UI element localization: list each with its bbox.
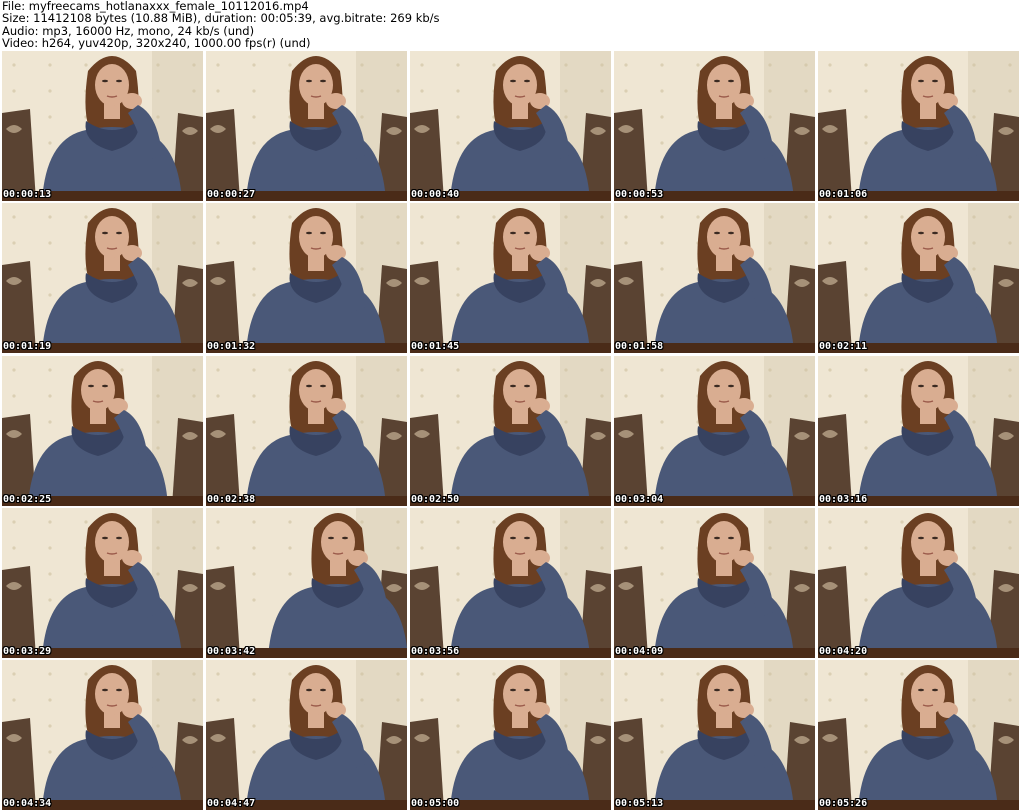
video-frame-thumbnail: 00:00:13 bbox=[2, 51, 203, 201]
video-info-line: Video: h264, yuv420p, 320x240, 1000.00 f… bbox=[2, 36, 311, 50]
frame-timestamp: 00:03:16 bbox=[819, 493, 868, 505]
video-frame-thumbnail: 00:01:58 bbox=[614, 203, 815, 354]
video-frame-thumbnail: 00:01:19 bbox=[2, 203, 203, 354]
video-frame-thumbnail: 00:00:53 bbox=[614, 51, 815, 201]
frame-picture bbox=[206, 355, 407, 506]
video-frame-thumbnail: 00:04:47 bbox=[206, 660, 407, 810]
frame-timestamp: 00:01:32 bbox=[207, 341, 256, 353]
frame-picture bbox=[614, 660, 815, 810]
video-frame-thumbnail: 00:02:38 bbox=[206, 355, 407, 506]
frame-picture bbox=[818, 203, 1019, 354]
frame-timestamp: 00:05:13 bbox=[615, 798, 664, 809]
video-frame-thumbnail: 00:04:20 bbox=[818, 507, 1019, 658]
video-frame-thumbnail: 00:03:29 bbox=[2, 507, 203, 658]
frame-picture bbox=[410, 51, 611, 201]
frame-timestamp: 00:03:42 bbox=[207, 645, 256, 657]
video-frame-thumbnail: 00:01:32 bbox=[206, 203, 407, 354]
frame-timestamp: 00:04:34 bbox=[3, 798, 52, 809]
video-frame-thumbnail: 00:01:06 bbox=[818, 51, 1019, 201]
frame-timestamp: 00:04:47 bbox=[207, 798, 256, 809]
frame-timestamp: 00:00:53 bbox=[615, 189, 664, 200]
video-frame-thumbnail: 00:00:40 bbox=[410, 51, 611, 201]
frame-timestamp: 00:01:06 bbox=[819, 189, 868, 200]
frame-timestamp: 00:02:38 bbox=[207, 493, 256, 505]
video-frame-thumbnail: 00:02:50 bbox=[410, 355, 611, 506]
frame-picture bbox=[206, 507, 407, 658]
size-info-line: Size: 11412108 bytes (10.88 MiB), durati… bbox=[2, 11, 440, 26]
frame-timestamp: 00:03:56 bbox=[411, 645, 460, 657]
frame-picture bbox=[206, 203, 407, 354]
frame-picture bbox=[818, 51, 1019, 201]
frame-timestamp: 00:00:27 bbox=[207, 189, 256, 200]
video-info-header: File: myfreecams_hotlanaxxx_female_10112… bbox=[2, 0, 1022, 50]
frame-timestamp: 00:04:20 bbox=[819, 645, 868, 657]
video-frame-thumbnail: 00:03:56 bbox=[410, 507, 611, 658]
frame-picture bbox=[818, 660, 1019, 810]
frame-timestamp: 00:05:26 bbox=[819, 798, 868, 809]
frame-timestamp: 00:02:11 bbox=[819, 341, 868, 353]
frame-picture bbox=[818, 507, 1019, 658]
frame-picture bbox=[614, 355, 815, 506]
video-frame-thumbnail: 00:05:00 bbox=[410, 660, 611, 810]
video-frame-thumbnail: 00:00:27 bbox=[206, 51, 407, 201]
frame-timestamp: 00:02:50 bbox=[411, 493, 460, 505]
frame-timestamp: 00:01:58 bbox=[615, 341, 664, 353]
video-frame-thumbnail: 00:04:34 bbox=[2, 660, 203, 810]
video-frame-thumbnail: 00:02:11 bbox=[818, 203, 1019, 354]
frame-picture bbox=[2, 51, 203, 201]
video-frame-thumbnail: 00:02:25 bbox=[2, 355, 203, 506]
video-frame-thumbnail: 00:03:16 bbox=[818, 355, 1019, 506]
frame-timestamp: 00:03:29 bbox=[3, 645, 52, 657]
video-frame-thumbnail: 00:01:45 bbox=[410, 203, 611, 354]
frame-picture bbox=[2, 660, 203, 810]
frame-timestamp: 00:04:09 bbox=[615, 645, 664, 657]
frame-timestamp: 00:01:45 bbox=[411, 341, 460, 353]
frame-picture bbox=[614, 507, 815, 658]
frame-picture bbox=[410, 203, 611, 354]
video-frame-thumbnail: 00:03:04 bbox=[614, 355, 815, 506]
frame-timestamp: 00:00:13 bbox=[3, 189, 52, 200]
video-frame-thumbnail: 00:05:13 bbox=[614, 660, 815, 810]
frame-picture bbox=[410, 507, 611, 658]
video-frame-thumbnail: 00:04:09 bbox=[614, 507, 815, 658]
frame-timestamp: 00:01:19 bbox=[3, 341, 52, 353]
frame-picture bbox=[2, 507, 203, 658]
frame-picture bbox=[206, 660, 407, 810]
frame-timestamp: 00:03:04 bbox=[615, 493, 664, 505]
video-frame-thumbnail: 00:05:26 bbox=[818, 660, 1019, 810]
frame-picture bbox=[614, 203, 815, 354]
frame-picture bbox=[614, 51, 815, 201]
frame-picture bbox=[2, 355, 203, 506]
frame-timestamp: 00:02:25 bbox=[3, 493, 52, 505]
frame-picture bbox=[2, 203, 203, 354]
frame-picture bbox=[818, 355, 1019, 506]
frame-timestamp: 00:05:00 bbox=[411, 798, 460, 809]
frame-timestamp: 00:00:40 bbox=[411, 189, 460, 200]
frame-picture bbox=[410, 660, 611, 810]
thumbnail-grid: 00:00:13 00:00:27 00:00:40 00:00:53 00:01:06… bbox=[2, 51, 1023, 810]
frame-picture bbox=[206, 51, 407, 201]
frame-picture bbox=[410, 355, 611, 506]
video-frame-thumbnail: 00:03:42 bbox=[206, 507, 407, 658]
